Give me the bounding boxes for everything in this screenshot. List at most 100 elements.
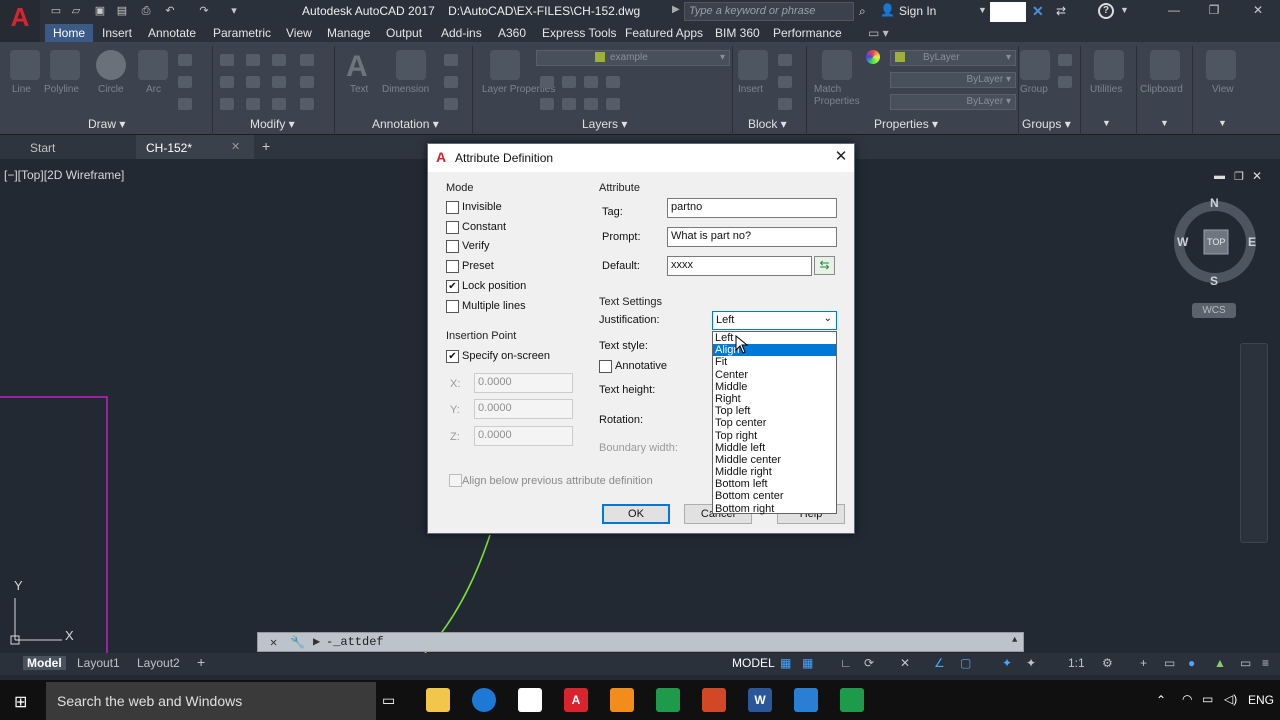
clipboard-dropdown-icon[interactable]: ▼ <box>1160 118 1169 128</box>
grid-icon[interactable]: ▦ <box>780 656 791 670</box>
battery-icon[interactable]: ▭ <box>1202 692 1213 706</box>
windows-start-icon[interactable]: ⊞ <box>14 692 27 712</box>
ribbon-options-icon[interactable]: ▭ ▾ <box>868 26 889 40</box>
selection-cycling-icon[interactable]: ✦ <box>1002 656 1012 670</box>
new-icon[interactable]: ▭ <box>48 4 64 19</box>
text-icon[interactable]: A <box>346 50 368 84</box>
exchange-icon[interactable]: ✕ <box>1032 3 1044 20</box>
option-middle-right[interactable]: Middle right <box>713 466 836 478</box>
viewcube-top[interactable]: TOP <box>1207 237 1225 247</box>
color-wheel-icon[interactable] <box>866 50 880 64</box>
match-properties-icon[interactable] <box>822 50 852 80</box>
close-tab-icon[interactable]: ✕ <box>231 140 240 153</box>
save-icon[interactable]: ▣ <box>92 4 108 19</box>
lock-position-checkbox[interactable]: ✔ <box>446 280 459 293</box>
snap-icon[interactable]: ▦ <box>802 656 813 670</box>
constant-checkbox[interactable] <box>446 221 459 234</box>
tab-home[interactable]: Home <box>45 24 94 42</box>
tool-icon[interactable] <box>794 688 818 712</box>
annotation-monitor-icon[interactable]: + <box>1140 656 1147 670</box>
search-expand-icon[interactable]: ▶ <box>672 4 680 15</box>
dimension-icon[interactable] <box>396 50 426 80</box>
option-bottom-left[interactable]: Bottom left <box>713 478 836 490</box>
rectangle-icon[interactable] <box>178 54 192 66</box>
powerpoint-icon[interactable] <box>702 688 726 712</box>
tab-annotate[interactable]: Annotate <box>148 26 196 40</box>
circle-icon[interactable] <box>96 50 126 80</box>
clean-screen-icon[interactable]: ▭ <box>1240 656 1251 670</box>
layer-tool-7-icon[interactable] <box>584 98 598 110</box>
tab-a360[interactable]: A360 <box>498 26 526 40</box>
new-tab-icon[interactable]: + <box>262 138 270 154</box>
file-explorer-icon[interactable] <box>426 688 450 712</box>
tag-input[interactable]: partno <box>667 198 837 218</box>
search-icon[interactable]: ⌕ <box>859 4 866 19</box>
compass-s[interactable]: S <box>1210 274 1218 288</box>
qat-dropdown-icon[interactable]: ▾ <box>226 4 242 19</box>
osnap-icon[interactable]: ✕ <box>900 656 910 670</box>
panel-block[interactable]: Block ▾ <box>748 117 787 131</box>
option-top-right[interactable]: Top right <box>713 430 836 442</box>
camtasia-icon[interactable] <box>656 688 680 712</box>
model-space-button[interactable]: MODEL <box>732 656 775 670</box>
taskbar-search[interactable]: Search the web and Windows <box>46 682 376 720</box>
specify-on-screen-checkbox[interactable]: ✔ <box>446 350 459 363</box>
layer-tool-6-icon[interactable] <box>562 98 576 110</box>
tray-expand-icon[interactable]: ⌃ <box>1156 693 1166 707</box>
command-history-icon[interactable]: ▲ <box>1012 635 1017 645</box>
volume-icon[interactable]: ◁) <box>1224 692 1237 706</box>
language-indicator[interactable]: ENG <box>1248 693 1274 707</box>
customization-icon[interactable]: ≡ <box>1262 656 1269 670</box>
layer-tool-2-icon[interactable] <box>562 76 576 88</box>
option-fit[interactable]: Fit <box>713 356 836 368</box>
default-input[interactable]: xxxx <box>667 256 812 276</box>
group-icon[interactable] <box>1020 50 1050 80</box>
table-icon[interactable] <box>444 76 458 88</box>
annotative-checkbox[interactable] <box>599 360 612 373</box>
compass-n[interactable]: N <box>1210 196 1219 210</box>
compass-w[interactable]: W <box>1177 235 1188 249</box>
user-box[interactable] <box>990 2 1026 22</box>
save-as-icon[interactable]: ▤ <box>114 4 130 19</box>
option-bottom-center[interactable]: Bottom center <box>713 490 836 502</box>
edit-attributes-icon[interactable] <box>778 98 792 110</box>
fillet-icon[interactable] <box>272 76 286 88</box>
sign-in-dropdown-icon[interactable]: ▼ <box>978 5 987 15</box>
camtasia-recorder-icon[interactable] <box>840 688 864 712</box>
option-top-left[interactable]: Top left <box>713 405 836 417</box>
justification-select[interactable]: Left ⌄ <box>712 311 837 330</box>
viewport-close-icon[interactable]: ✕ <box>1252 169 1262 183</box>
leader-icon[interactable] <box>444 54 458 66</box>
tab-layout1[interactable]: Layout1 <box>77 656 120 670</box>
hatch-icon[interactable] <box>178 76 192 88</box>
wcs-menu[interactable]: WCS <box>1192 303 1236 318</box>
arc-icon[interactable] <box>138 50 168 80</box>
sign-in-link[interactable]: Sign In <box>899 4 936 18</box>
panel-modify[interactable]: Modify ▾ <box>250 117 295 131</box>
annotation-scale[interactable]: 1:1 <box>1068 656 1085 670</box>
autocad-taskbar-icon[interactable]: A <box>564 688 588 712</box>
redo-icon[interactable]: ↷ <box>196 4 212 19</box>
viewport-minimize-icon[interactable]: ▬ <box>1214 170 1225 182</box>
polar-icon[interactable]: ⟳ <box>864 656 874 670</box>
tab-layout2[interactable]: Layout2 <box>137 656 180 670</box>
viewport-restore-icon[interactable]: ❐ <box>1234 170 1244 183</box>
line-icon[interactable] <box>10 50 40 80</box>
search-input[interactable]: Type a keyword or phrase <box>684 2 854 21</box>
tab-output[interactable]: Output <box>386 26 422 40</box>
tab-performance[interactable]: Performance <box>773 26 842 40</box>
insert-field-icon[interactable]: ⇆ <box>814 256 835 275</box>
markup-icon[interactable] <box>444 98 458 110</box>
mirror-icon[interactable] <box>246 76 260 88</box>
color-dropdown[interactable]: ByLayer ▾ <box>890 50 1016 66</box>
panel-groups[interactable]: Groups ▾ <box>1022 117 1071 131</box>
undo-icon[interactable]: ↶ <box>162 4 178 19</box>
layer-properties-icon[interactable] <box>490 50 520 80</box>
option-middle-center[interactable]: Middle center <box>713 454 836 466</box>
option-left[interactable]: Left <box>713 332 836 344</box>
copy-icon[interactable] <box>220 76 234 88</box>
tab-model[interactable]: Model <box>23 656 66 670</box>
word-icon[interactable]: W <box>748 688 772 712</box>
isolate-objects-icon[interactable]: ● <box>1188 656 1195 670</box>
trim-icon[interactable] <box>272 54 286 66</box>
